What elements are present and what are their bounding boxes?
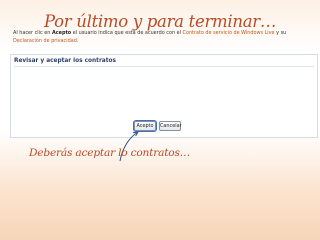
agreement-text-part-3: y su bbox=[274, 30, 287, 36]
agreement-accept-word: Acepto bbox=[51, 30, 72, 36]
agreement-text: Al hacer clic en Acepto el usuario indic… bbox=[13, 29, 301, 46]
service-contract-link[interactable]: Contrato de servicio de Windows Live bbox=[183, 30, 275, 36]
accept-button[interactable]: Acepto bbox=[133, 120, 157, 132]
panel-heading: Revisar y aceptar los contratos bbox=[14, 58, 314, 67]
privacy-statement-link[interactable]: Declaración de privacidad bbox=[13, 38, 77, 44]
cancel-button[interactable]: Cancelar bbox=[159, 121, 182, 131]
slide-caption: Deberás aceptar lo contratos… bbox=[29, 147, 191, 159]
agreement-text-part-4: . bbox=[76, 38, 79, 45]
agreement-text-part-1: Al hacer clic en bbox=[13, 30, 52, 36]
agreement-text-part-2: el usuario indica que está de acuerdo co… bbox=[71, 30, 183, 36]
